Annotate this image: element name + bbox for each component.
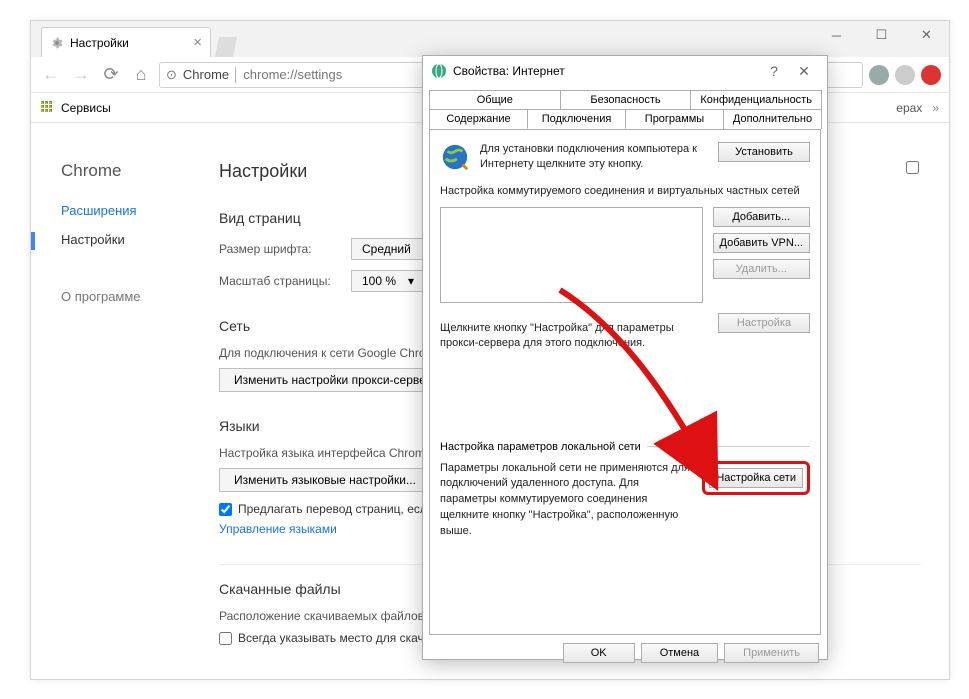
- lan-settings-button[interactable]: Настройка сети: [709, 468, 803, 488]
- dialog-body: Для установки подключения компьютера к И…: [429, 129, 821, 635]
- zoom-label: Масштаб страницы:: [219, 274, 339, 288]
- unknown-checkbox[interactable]: [906, 161, 919, 174]
- chevron-right-icon[interactable]: »: [932, 101, 939, 115]
- tab-title: Настройки: [70, 36, 129, 50]
- downloads-ask-checkbox[interactable]: [219, 632, 232, 645]
- sidebar-item-settings[interactable]: Настройки: [61, 232, 191, 247]
- new-tab-button[interactable]: [215, 37, 237, 57]
- sidebar-item-about[interactable]: О программе: [61, 289, 191, 304]
- sidebar-title: Chrome: [61, 161, 191, 181]
- settings-sidebar: Chrome Расширения Настройки О программе: [31, 123, 191, 679]
- tab-content[interactable]: Содержание: [429, 109, 528, 129]
- tab-advanced[interactable]: Дополнительно: [723, 109, 822, 129]
- translate-checkbox[interactable]: [219, 503, 232, 516]
- close-button[interactable]: ✕: [904, 21, 949, 49]
- bookmarks-label[interactable]: Сервисы: [61, 101, 111, 115]
- lan-group-label: Настройка параметров локальной сети: [440, 441, 641, 453]
- extension-icon-2[interactable]: [895, 65, 915, 85]
- tab-general[interactable]: Общие: [429, 90, 561, 109]
- proxy-settings-button[interactable]: Изменить настройки прокси-сервера: [219, 368, 454, 392]
- setup-button[interactable]: Установить: [718, 142, 810, 162]
- globe-icon: [440, 142, 470, 172]
- tab-privacy[interactable]: Конфиденциальность: [690, 90, 822, 109]
- secure-icon: ⊙: [166, 67, 177, 83]
- dialup-note: Щелкните кнопку "Настройка" для параметр…: [440, 321, 708, 351]
- maximize-button[interactable]: ☐: [859, 21, 904, 49]
- translate-label: Предлагать перевод страниц, если: [238, 502, 434, 516]
- other-bookmarks[interactable]: ерах: [896, 101, 922, 115]
- tab-close-icon[interactable]: ×: [193, 34, 202, 51]
- back-button[interactable]: ←: [39, 63, 63, 87]
- manage-languages-link[interactable]: Управление языками: [219, 522, 337, 536]
- add-vpn-button[interactable]: Добавить VPN...: [713, 233, 810, 253]
- browser-tab-settings[interactable]: Настройки ×: [41, 27, 211, 57]
- home-button[interactable]: ⌂: [129, 63, 153, 87]
- address-host: Chrome: [183, 67, 229, 82]
- ok-button[interactable]: OK: [563, 643, 635, 663]
- add-connection-button[interactable]: Добавить...: [713, 207, 810, 227]
- language-settings-button[interactable]: Изменить языковые настройки...: [219, 468, 431, 492]
- minimize-button[interactable]: ─: [814, 21, 859, 49]
- reload-button[interactable]: ⟳: [99, 63, 123, 87]
- lan-settings-highlight: Настройка сети: [702, 461, 810, 495]
- sidebar-item-extensions[interactable]: Расширения: [61, 203, 191, 218]
- extension-icon-1[interactable]: [869, 65, 889, 85]
- internet-properties-dialog: Свойства: Интернет ? ✕ Общие Безопасност…: [422, 55, 828, 660]
- dialog-tabs: Общие Безопасность Конфиденциальность Со…: [423, 86, 827, 129]
- cancel-button[interactable]: Отмена: [641, 643, 718, 663]
- apps-icon[interactable]: [41, 101, 55, 115]
- setup-text: Для установки подключения компьютера к И…: [480, 142, 708, 172]
- tab-programs[interactable]: Программы: [625, 109, 724, 129]
- remove-connection-button[interactable]: Удалить...: [713, 259, 810, 279]
- apply-button[interactable]: Применить: [724, 643, 819, 663]
- tab-bar: Настройки ×: [31, 21, 949, 57]
- dialup-group-label: Настройка коммутируемого соединения и ви…: [440, 184, 810, 199]
- tab-connections[interactable]: Подключения: [527, 109, 626, 129]
- lan-group: Настройка параметров локальной сети Пара…: [440, 441, 810, 541]
- font-size-label: Размер шрифта:: [219, 242, 339, 256]
- dialup-settings-button[interactable]: Настройка: [718, 313, 810, 333]
- connections-listbox[interactable]: [440, 207, 703, 303]
- tab-security[interactable]: Безопасность: [560, 90, 692, 109]
- dialog-close-button[interactable]: ✕: [789, 63, 819, 80]
- forward-button[interactable]: →: [69, 63, 93, 87]
- address-path: chrome://settings: [243, 67, 342, 82]
- dialog-help-button[interactable]: ?: [759, 63, 789, 79]
- chevron-down-icon: ▾: [408, 274, 414, 288]
- active-indicator: [31, 232, 35, 250]
- extension-icon-3[interactable]: [921, 65, 941, 85]
- dialog-title: Свойства: Интернет: [453, 64, 565, 78]
- dialog-footer: OK Отмена Применить: [423, 635, 827, 673]
- window-controls: ─ ☐ ✕: [814, 21, 949, 49]
- internet-icon: [431, 63, 447, 79]
- lan-text: Параметры локальной сети не применяются …: [440, 461, 692, 541]
- dialog-titlebar[interactable]: Свойства: Интернет ? ✕: [423, 56, 827, 86]
- settings-favicon-icon: [50, 36, 64, 50]
